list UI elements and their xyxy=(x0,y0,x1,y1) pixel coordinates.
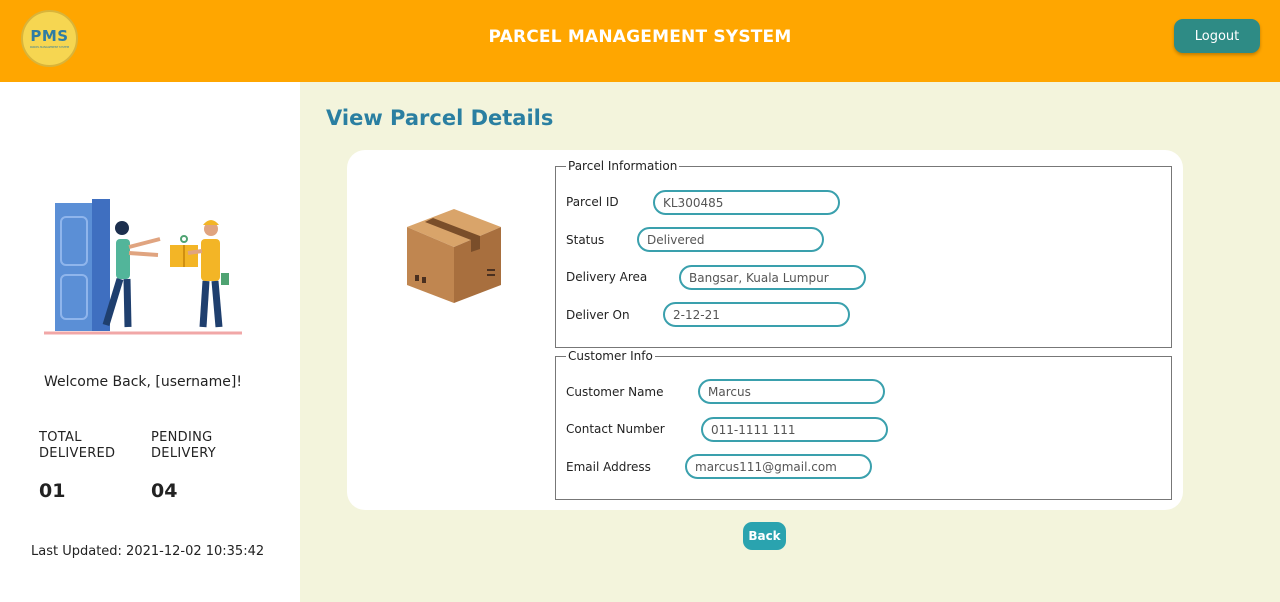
delivery-area-field[interactable] xyxy=(679,265,866,290)
customer-name-field[interactable] xyxy=(698,379,885,404)
page-title: View Parcel Details xyxy=(326,106,554,130)
total-delivered-label: TOTAL DELIVERED xyxy=(39,430,115,462)
parcel-box-icon xyxy=(407,209,501,303)
email-address-label: Email Address xyxy=(566,460,651,474)
contact-number-field[interactable] xyxy=(701,417,888,442)
stat-label-line: DELIVERED xyxy=(39,446,116,461)
parcel-id-field[interactable] xyxy=(653,190,840,215)
deliver-on-field[interactable] xyxy=(663,302,850,327)
stat-label-line: TOTAL xyxy=(39,430,82,445)
total-delivered-value: 01 xyxy=(39,480,66,502)
customer-name-label: Customer Name xyxy=(566,385,664,399)
parcel-information-legend: Parcel Information xyxy=(568,159,678,173)
contact-number-label: Contact Number xyxy=(566,422,665,436)
delivery-illustration xyxy=(44,199,242,335)
stat-label-line: PENDING xyxy=(151,430,213,445)
stat-label-line: DELIVERY xyxy=(151,446,216,461)
app-title: PARCEL MANAGEMENT SYSTEM xyxy=(488,27,792,47)
parcel-information-fieldset: Parcel Information xyxy=(555,159,1172,348)
pending-delivery-label: PENDING DELIVERY xyxy=(151,430,216,462)
sidebar: Welcome Back, [username]! TOTAL DELIVERE… xyxy=(0,82,300,602)
parcel-id-label: Parcel ID xyxy=(566,195,619,209)
customer-info-legend: Customer Info xyxy=(568,349,653,363)
top-header: PMS PARCEL MANAGEMENT SYSTEM PARCEL MANA… xyxy=(0,0,1280,82)
deliver-on-label: Deliver On xyxy=(566,308,630,322)
status-label: Status xyxy=(566,233,605,247)
email-address-field[interactable] xyxy=(685,454,872,479)
status-field[interactable] xyxy=(637,227,824,252)
delivery-area-label: Delivery Area xyxy=(566,270,648,284)
back-button[interactable]: Back xyxy=(743,522,786,550)
pending-delivery-value: 04 xyxy=(151,480,178,502)
last-updated-text: Last Updated: 2021-12-02 10:35:42 xyxy=(31,544,265,559)
welcome-message: Welcome Back, [username]! xyxy=(44,374,242,390)
logout-button[interactable]: Logout xyxy=(1174,19,1260,53)
